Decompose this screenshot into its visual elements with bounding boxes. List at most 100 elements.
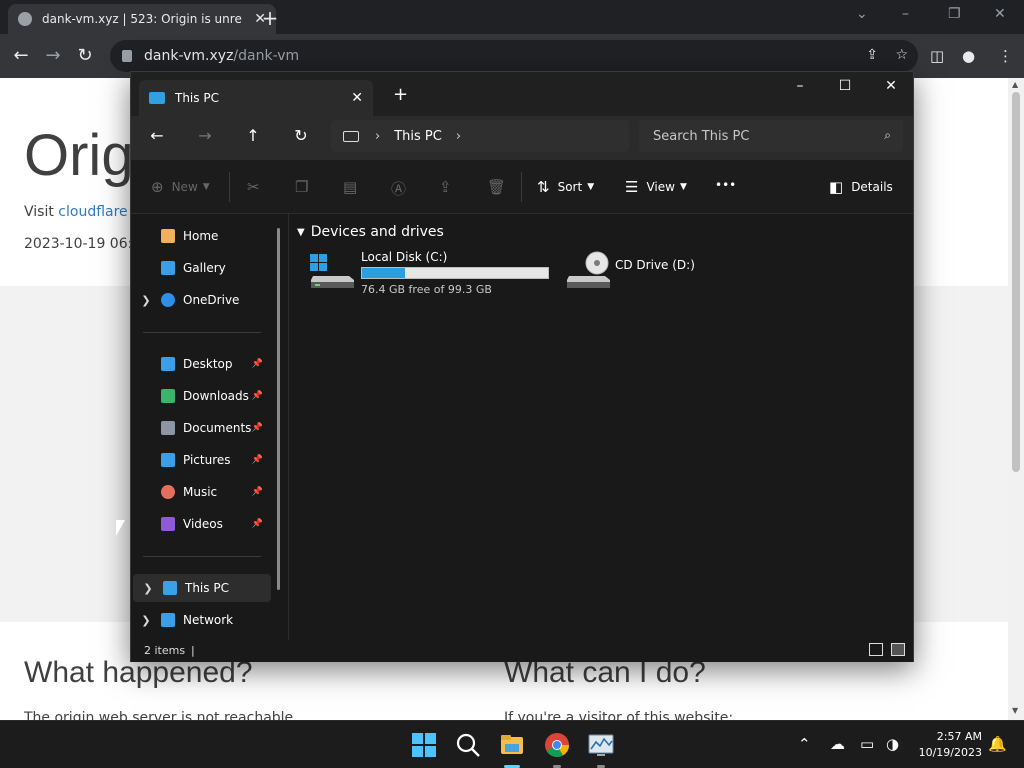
new-tab-button[interactable]: + bbox=[393, 84, 408, 105]
more-options-button[interactable]: ••• bbox=[715, 178, 736, 192]
sidebar-item-onedrive[interactable]: ❯ OneDrive bbox=[131, 286, 269, 314]
gallery-icon bbox=[161, 261, 175, 275]
copy-button[interactable]: ❐ bbox=[295, 178, 316, 196]
sidebar-item-music[interactable]: Music 📌 bbox=[131, 478, 269, 506]
plus-circle-icon: ⊕ bbox=[151, 178, 164, 196]
share-button[interactable]: ⇪ bbox=[439, 178, 460, 196]
chevron-right-icon[interactable]: › bbox=[456, 129, 461, 144]
sidebar-item-home[interactable]: Home bbox=[131, 222, 269, 250]
details-view-icon[interactable] bbox=[869, 643, 883, 656]
cut-button[interactable]: ✂ bbox=[247, 178, 268, 196]
page-date: 2023-10-19 06: bbox=[24, 236, 133, 252]
drive-usage-fill bbox=[362, 268, 405, 278]
page-visit-line: Visit cloudflare bbox=[24, 204, 128, 220]
view-button[interactable]: ☰ View ▼ bbox=[625, 178, 687, 196]
sidebar-item-videos[interactable]: Videos 📌 bbox=[131, 510, 269, 538]
menu-icon[interactable]: ⋮ bbox=[998, 47, 1013, 65]
trash-icon: 🗑 bbox=[487, 178, 507, 196]
visit-prefix: Visit bbox=[24, 204, 54, 220]
file-explorer-icon[interactable] bbox=[499, 732, 525, 758]
drive-local-disk-c[interactable]: Local Disk (C:) 76.4 GB free of 99.3 GB bbox=[309, 250, 559, 296]
clock-date: 10/19/2023 bbox=[918, 746, 982, 759]
sidebar-item-gallery[interactable]: Gallery bbox=[131, 254, 269, 282]
maximize-button[interactable]: ☐ bbox=[830, 78, 860, 94]
clock[interactable]: 2:57 AM 10/19/2023 bbox=[900, 729, 982, 761]
bookmark-star-icon[interactable]: ☆ bbox=[895, 47, 908, 63]
sidebar-item-pictures[interactable]: Pictures 📌 bbox=[131, 446, 269, 474]
volume-muted-icon[interactable]: ◑ bbox=[886, 735, 899, 753]
page-scrollbar[interactable]: ▲ ▼ bbox=[1008, 78, 1024, 720]
chevron-right-icon[interactable]: › bbox=[375, 129, 380, 144]
notifications-bell-icon[interactable]: 🔔 bbox=[988, 735, 1007, 753]
side-panel-icon[interactable]: ◫ bbox=[930, 47, 944, 65]
navigation-pane: Home Gallery ❯ OneDrive Desktop 📌 Downlo… bbox=[131, 214, 287, 640]
page-title: Orig bbox=[24, 123, 134, 188]
sidebar-item-label: Documents bbox=[183, 421, 252, 435]
pin-icon: 📌 bbox=[251, 455, 263, 465]
group-header-devices[interactable]: ▼ Devices and drives bbox=[297, 224, 444, 240]
sort-icon: ⇅ bbox=[537, 178, 550, 196]
search-input[interactable] bbox=[653, 128, 863, 144]
back-button[interactable]: ← bbox=[145, 126, 169, 145]
delete-button[interactable]: 🗑 bbox=[487, 178, 514, 196]
sidebar-scrollbar[interactable] bbox=[277, 228, 280, 590]
close-window-button[interactable]: ✕ bbox=[994, 6, 1006, 22]
lock-icon[interactable] bbox=[122, 50, 132, 62]
profile-icon[interactable]: ● bbox=[962, 47, 975, 65]
browser-tab-strip: dank-vm.xyz | 523: Origin is unre ✕ + ⌄ … bbox=[0, 0, 1024, 34]
windows-start-icon[interactable] bbox=[411, 732, 437, 758]
drive-cd-drive-d[interactable]: CD Drive (D:) bbox=[565, 250, 715, 294]
sidebar-item-this-pc[interactable]: ❯ This PC bbox=[133, 574, 271, 602]
up-button[interactable]: ↑ bbox=[241, 126, 265, 145]
restore-button[interactable]: ❐ bbox=[948, 6, 961, 22]
network-display-icon[interactable]: ▭ bbox=[860, 735, 874, 753]
drive-usage-bar bbox=[361, 267, 549, 279]
share-icon[interactable]: ⇪ bbox=[866, 47, 878, 63]
sidebar-item-documents[interactable]: Documents 📌 bbox=[131, 414, 269, 442]
cloudflare-link[interactable]: cloudflare bbox=[58, 204, 127, 220]
chevron-right-icon[interactable]: ❯ bbox=[131, 614, 161, 627]
back-button[interactable]: ← bbox=[10, 46, 32, 66]
large-icons-view-icon[interactable] bbox=[891, 643, 905, 656]
sidebar-item-downloads[interactable]: Downloads 📌 bbox=[131, 382, 269, 410]
resource-monitor-icon[interactable] bbox=[588, 732, 614, 758]
sidebar-item-desktop[interactable]: Desktop 📌 bbox=[131, 350, 269, 378]
minimize-button[interactable]: – bbox=[902, 6, 909, 22]
sort-button[interactable]: ⇅ Sort ▼ bbox=[537, 178, 594, 196]
scrollbar-thumb[interactable] bbox=[1012, 92, 1020, 472]
breadcrumb-this-pc[interactable]: This PC bbox=[394, 129, 442, 144]
onedrive-offline-icon[interactable]: ☁ bbox=[830, 735, 845, 753]
explorer-search-box[interactable]: ⌕ bbox=[639, 120, 903, 152]
scroll-up-icon[interactable]: ▲ bbox=[1012, 80, 1018, 89]
group-header-label: Devices and drives bbox=[310, 224, 444, 240]
explorer-tab[interactable]: This PC ✕ bbox=[139, 80, 373, 116]
browser-tab[interactable]: dank-vm.xyz | 523: Origin is unre ✕ bbox=[8, 4, 276, 34]
explorer-address-bar[interactable]: › This PC › bbox=[331, 120, 629, 152]
new-tab-button[interactable]: + bbox=[260, 6, 280, 30]
divider bbox=[143, 556, 261, 557]
forward-button[interactable]: → bbox=[42, 46, 64, 66]
rename-button[interactable]: Ⓐ bbox=[391, 178, 414, 199]
refresh-button[interactable]: ↻ bbox=[289, 126, 313, 145]
sidebar-item-network[interactable]: ❯ Network bbox=[131, 606, 269, 634]
chevron-right-icon[interactable]: ❯ bbox=[131, 294, 161, 307]
clock-time: 2:57 AM bbox=[936, 730, 982, 743]
forward-button[interactable]: → bbox=[193, 126, 217, 145]
search-icon[interactable]: ⌕ bbox=[884, 128, 891, 143]
close-window-button[interactable]: ✕ bbox=[876, 78, 906, 94]
pin-icon: 📌 bbox=[251, 487, 263, 497]
minimize-button[interactable]: – bbox=[785, 78, 815, 94]
address-bar[interactable]: dank-vm.xyz/dank-vm ⇪ ☆ bbox=[110, 40, 918, 72]
close-tab-icon[interactable]: ✕ bbox=[351, 90, 363, 106]
paste-button[interactable]: ▤ bbox=[343, 178, 365, 196]
details-button[interactable]: ◧ Details bbox=[829, 178, 893, 196]
search-icon[interactable] bbox=[455, 732, 481, 758]
chrome-icon[interactable] bbox=[544, 732, 570, 758]
reload-button[interactable]: ↻ bbox=[74, 46, 96, 66]
show-hidden-icons-icon[interactable]: ⌃ bbox=[798, 735, 811, 753]
details-label: Details bbox=[851, 180, 893, 194]
tab-search-icon[interactable]: ⌄ bbox=[856, 6, 868, 22]
new-button[interactable]: ⊕ New ▼ bbox=[151, 178, 210, 196]
scroll-down-icon[interactable]: ▼ bbox=[1012, 706, 1018, 715]
chevron-right-icon[interactable]: ❯ bbox=[133, 582, 163, 595]
